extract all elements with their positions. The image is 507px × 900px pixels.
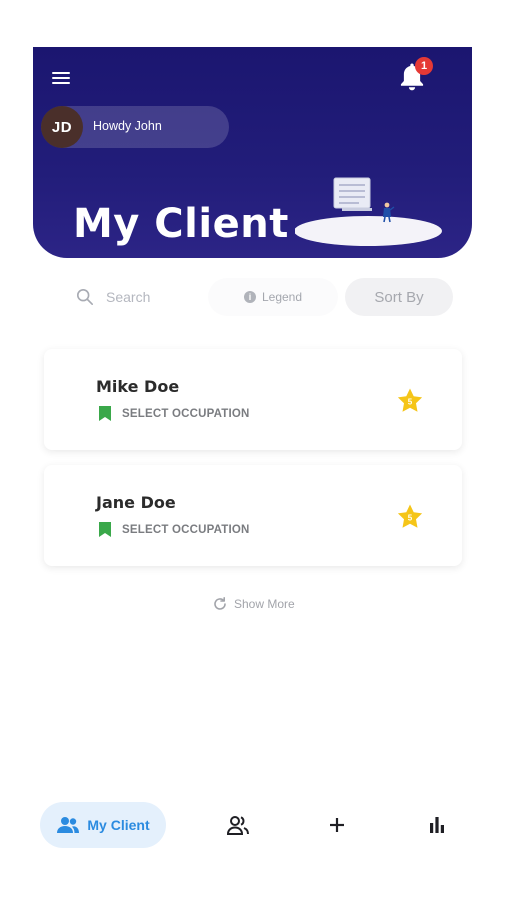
star-rating-value: 5 xyxy=(408,514,413,523)
client-card[interactable]: Jane Doe SELECT OCCUPATION 5 xyxy=(44,465,462,566)
client-name: Jane Doe xyxy=(96,493,176,512)
client-name: Mike Doe xyxy=(96,377,180,396)
client-card[interactable]: Mike Doe SELECT OCCUPATION 5 xyxy=(44,349,462,450)
occupation-row[interactable]: SELECT OCCUPATION xyxy=(99,406,250,421)
header-illustration xyxy=(295,177,442,246)
app-screen: 1 JD Howdy John My Client Search i Legen… xyxy=(0,0,507,900)
refresh-icon xyxy=(214,597,226,610)
star-rating-icon: 5 xyxy=(397,504,423,528)
occupation-label: SELECT OCCUPATION xyxy=(122,523,250,536)
star-rating-value: 5 xyxy=(408,398,413,407)
header-banner: 1 JD Howdy John My Client xyxy=(33,47,472,258)
star-rating-icon: 5 xyxy=(397,388,423,412)
occupation-label: SELECT OCCUPATION xyxy=(122,407,250,420)
search-input[interactable]: Search xyxy=(62,278,202,316)
notification-badge: 1 xyxy=(415,57,433,75)
stats-icon[interactable] xyxy=(424,813,450,837)
user-greeting-pill[interactable]: JD Howdy John xyxy=(41,106,229,148)
show-more-label: Show More xyxy=(234,597,295,611)
bottom-navigation: My Client xyxy=(0,800,507,850)
clients-icon xyxy=(57,817,80,833)
bookmark-icon xyxy=(99,522,111,537)
legend-label: Legend xyxy=(261,290,303,304)
occupation-row[interactable]: SELECT OCCUPATION xyxy=(99,522,250,537)
hamburger-menu-icon[interactable] xyxy=(52,69,74,87)
search-placeholder: Search xyxy=(106,289,151,305)
page-title: My Client xyxy=(73,201,289,247)
info-icon: i xyxy=(243,291,256,303)
contacts-icon[interactable] xyxy=(225,813,251,837)
nav-my-client-label: My Client xyxy=(87,817,150,833)
search-icon xyxy=(76,288,94,306)
nav-my-client[interactable]: My Client xyxy=(40,802,166,848)
show-more-button[interactable]: Show More xyxy=(212,596,295,612)
legend-button[interactable]: i Legend xyxy=(208,278,338,316)
sort-by-button[interactable]: Sort By xyxy=(345,278,453,316)
greeting-text: Howdy John xyxy=(93,119,162,133)
add-icon[interactable] xyxy=(324,813,350,837)
bookmark-icon xyxy=(99,406,111,421)
avatar: JD xyxy=(41,106,83,148)
